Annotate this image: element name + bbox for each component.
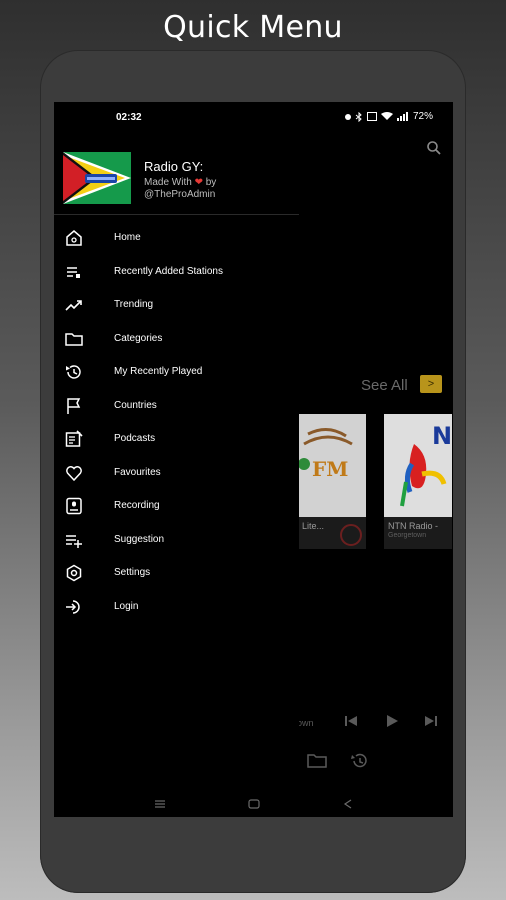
menu-item-login[interactable]: Login — [54, 590, 299, 624]
station-subtitle: Georgetown — [388, 532, 427, 539]
station-card[interactable]: N NTN Radio - Georgetown — [384, 414, 452, 549]
search-icon[interactable] — [426, 140, 442, 156]
navigation-drawer: Radio GY: Made With ❤ by @TheProAdmin Ho… — [54, 134, 299, 792]
svg-text:N: N — [432, 422, 452, 450]
settings-icon — [66, 564, 82, 582]
home-icon — [66, 230, 82, 246]
recent-apps-icon[interactable] — [154, 798, 166, 810]
menu-item-countries[interactable]: Countries — [54, 389, 299, 423]
tagline-prefix: Made With — [144, 177, 192, 188]
menu-item-recently-played[interactable]: My Recently Played — [54, 355, 299, 389]
recording-icon — [66, 497, 82, 515]
menu-item-trending[interactable]: Trending — [54, 288, 299, 322]
tagline-suffix: by — [205, 177, 217, 188]
tagline-handle: @TheProAdmin — [144, 189, 216, 200]
history-icon[interactable] — [350, 752, 370, 770]
player-station-text: own — [297, 718, 314, 728]
battery-level: 72% — [412, 111, 433, 122]
station-title: NTN Radio - — [388, 521, 439, 531]
status-bar: 02:32 72% — [54, 102, 453, 134]
menu-item-categories[interactable]: Categories — [54, 322, 299, 356]
heart-icon — [66, 465, 82, 481]
app-tagline: Made With ❤ by @TheProAdmin — [144, 177, 254, 201]
notification-dot-icon — [344, 113, 351, 120]
folder-icon — [65, 332, 83, 346]
svg-text:FM: FM — [312, 457, 348, 481]
menu-item-label: Favourites — [114, 466, 161, 478]
folder-icon[interactable] — [307, 752, 327, 768]
podcast-icon — [65, 430, 83, 447]
playlist-plus-icon — [66, 534, 82, 548]
menu-item-label: Settings — [114, 567, 151, 578]
back-icon[interactable] — [342, 798, 354, 810]
page-heading: Quick Menu — [163, 10, 343, 45]
record-button[interactable] — [340, 524, 362, 546]
menu-item-recording[interactable]: Recording — [54, 489, 299, 523]
see-all-arrow-button[interactable]: > — [420, 375, 442, 393]
wifi-icon — [380, 112, 393, 121]
trending-up-icon — [65, 300, 82, 311]
station-logo-image: N — [384, 414, 452, 517]
menu-item-podcasts[interactable]: Podcasts — [54, 422, 299, 456]
login-icon — [66, 599, 80, 614]
home-nav-icon[interactable] — [248, 798, 260, 810]
drawer-menu: Home Recently Added Stations Trending Ca… — [54, 221, 299, 623]
app-name: Radio GY: — [144, 159, 204, 174]
menu-item-label: Trending — [114, 299, 154, 310]
volte-icon — [366, 112, 377, 121]
previous-icon[interactable] — [344, 714, 358, 728]
menu-item-settings[interactable]: Settings — [54, 556, 299, 590]
menu-item-label: Login — [114, 600, 139, 612]
menu-item-home[interactable]: Home — [54, 221, 299, 255]
drawer-header: Radio GY: Made With ❤ by @TheProAdmin — [54, 134, 299, 215]
next-icon[interactable] — [424, 714, 438, 728]
menu-item-label: Home — [114, 232, 141, 243]
status-time: 02:32 — [116, 112, 142, 123]
phone-screen: 02:32 72% See All > FM Lite... N NTN Rad… — [54, 102, 453, 817]
menu-item-label: Podcasts — [114, 433, 156, 444]
menu-item-label: My Recently Played — [114, 366, 203, 377]
menu-item-label: Countries — [114, 399, 157, 411]
menu-item-label: Categories — [114, 332, 163, 344]
heart-icon: ❤ — [194, 177, 203, 188]
status-icons: 72% — [344, 111, 433, 122]
flag-icon — [67, 397, 81, 414]
menu-item-suggestion[interactable]: Suggestion — [54, 523, 299, 557]
menu-item-recently-added[interactable]: Recently Added Stations — [54, 255, 299, 289]
signal-icon — [396, 112, 409, 121]
menu-item-favourites[interactable]: Favourites — [54, 456, 299, 490]
play-icon[interactable] — [385, 714, 399, 728]
see-all-link[interactable]: See All — [361, 377, 408, 394]
menu-item-label: Recording — [114, 500, 160, 511]
playlist-add-icon — [67, 266, 80, 278]
system-nav-bar — [54, 792, 453, 817]
station-logo-image: FM — [298, 414, 366, 517]
history-icon — [66, 365, 81, 379]
bluetooth-icon — [355, 111, 363, 122]
mini-player: own — [297, 712, 447, 732]
app-logo-guyana-flag — [63, 152, 131, 204]
menu-item-label: Recently Added Stations — [114, 265, 223, 277]
menu-item-label: Suggestion — [114, 533, 165, 545]
